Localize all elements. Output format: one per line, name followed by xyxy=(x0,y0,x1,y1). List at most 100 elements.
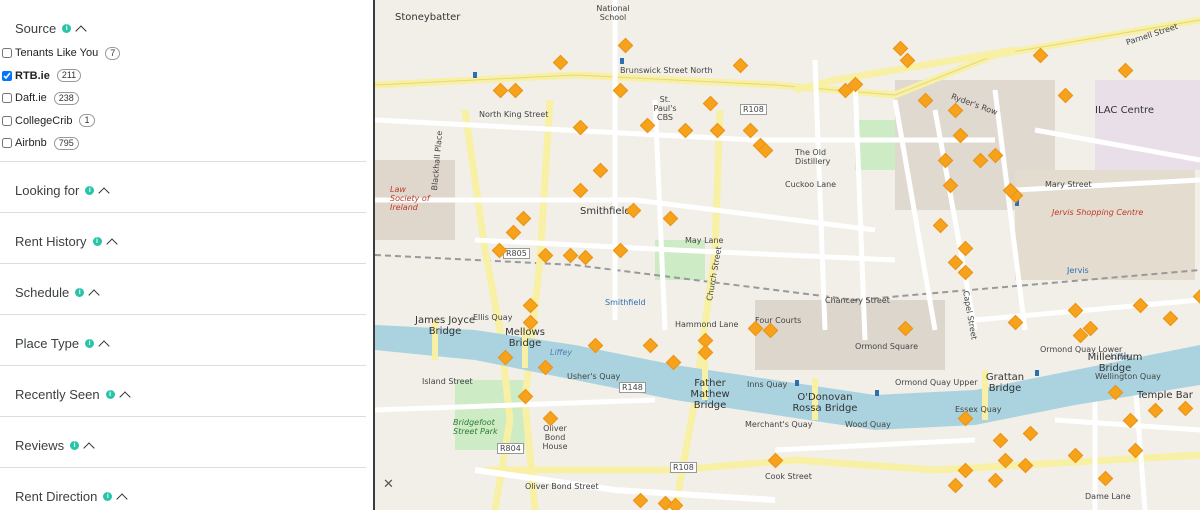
source-item-collegecrib[interactable]: CollegeCrib 1 xyxy=(0,110,373,133)
info-icon[interactable]: i xyxy=(85,339,95,348)
source-label: Daft.ie xyxy=(15,92,47,105)
map-label: Jervis Shopping Centre xyxy=(1052,208,1144,217)
source-header[interactable]: Source i xyxy=(15,21,373,37)
section-title: Rent History xyxy=(15,234,87,249)
rent-history-section[interactable]: Rent History i xyxy=(0,212,366,264)
source-checkbox[interactable] xyxy=(2,70,12,81)
source-item-daft[interactable]: Daft.ie 238 xyxy=(0,87,373,110)
map-label: Smithfield xyxy=(605,298,646,307)
map-label: North King Street xyxy=(479,110,549,119)
map-label: Hammond Lane xyxy=(675,320,739,329)
map-label: Stoneybatter xyxy=(395,12,461,23)
info-icon[interactable]: i xyxy=(92,237,102,246)
map-view[interactable]: Stoneybatter Smithfield ILAC Centre Jerv… xyxy=(375,0,1200,510)
map-label: R148 xyxy=(619,382,646,393)
source-item-tenants-like-you[interactable]: Tenants Like You 7 xyxy=(0,42,373,65)
filter-sidebar: Source i Tenants Like You 7 RTB.ie 211 D… xyxy=(0,0,373,510)
recently-seen-section[interactable]: Recently Seen i xyxy=(0,365,366,417)
map-label: Bridgefoot Street Park xyxy=(453,418,498,436)
count-badge: 7 xyxy=(105,46,121,60)
source-checkbox[interactable] xyxy=(2,48,12,59)
map-label: Cook Street xyxy=(765,472,812,481)
map-label: Dame Lane xyxy=(1085,492,1131,501)
map-label: Island Street xyxy=(422,377,473,386)
source-item-airbnb[interactable]: Airbnb 795 xyxy=(0,132,373,155)
map-label: Grattan Bridge xyxy=(985,372,1025,394)
section-title: Recently Seen xyxy=(15,387,100,402)
map-label: Oliver Bond House xyxy=(542,424,568,451)
source-label: CollegeCrib xyxy=(15,114,73,127)
map-label: O'Donovan Rossa Bridge xyxy=(792,392,858,414)
count-badge: 795 xyxy=(53,136,79,150)
source-item-rtb[interactable]: RTB.ie 211 xyxy=(0,65,373,88)
place-type-section[interactable]: Place Type i xyxy=(0,314,366,366)
map-label: R108 xyxy=(740,104,767,115)
section-header: Reviews i xyxy=(15,438,95,454)
map-label: Ellis Quay xyxy=(473,313,513,322)
map-label: ILAC Centre xyxy=(1095,105,1155,116)
map-label: Liffey xyxy=(550,348,573,357)
map-label: St. Paul's CBS xyxy=(653,95,677,122)
chevron-up-icon[interactable] xyxy=(118,390,131,403)
map-label: Brunswick Street North xyxy=(620,66,713,75)
info-icon[interactable]: i xyxy=(70,441,80,450)
map-label: Temple Bar xyxy=(1137,390,1193,401)
map-label: Smithfield xyxy=(580,206,631,217)
map-label: Jervis xyxy=(1067,266,1089,275)
map-label: May Lane xyxy=(685,236,724,245)
map-label: R804 xyxy=(497,443,524,454)
map-label: Mellows Bridge xyxy=(505,327,545,349)
chevron-up-icon[interactable] xyxy=(105,237,118,250)
chevron-up-icon[interactable] xyxy=(75,24,87,37)
info-icon[interactable]: i xyxy=(85,186,95,195)
map-label: Four Courts xyxy=(755,316,802,325)
section-header: Place Type i xyxy=(15,336,110,352)
map-attribution-icon[interactable]: ✕ xyxy=(383,476,394,492)
section-title: Reviews xyxy=(15,438,65,453)
rent-direction-section[interactable]: Rent Direction i xyxy=(0,467,366,510)
source-title: Source xyxy=(15,21,57,36)
section-title: Looking for xyxy=(15,183,80,198)
info-icon[interactable]: i xyxy=(75,288,85,297)
map-label: Ormond Quay Upper xyxy=(895,378,978,387)
schedule-section[interactable]: Schedule i xyxy=(0,263,366,315)
map-label: Chancery Street xyxy=(825,296,890,305)
chevron-up-icon[interactable] xyxy=(98,186,110,199)
source-checkbox[interactable] xyxy=(2,138,12,149)
section-header: Rent History i xyxy=(15,234,118,250)
source-label: RTB.ie xyxy=(15,69,50,82)
section-header: Looking for i xyxy=(15,183,110,199)
info-icon[interactable]: i xyxy=(105,390,115,399)
info-icon[interactable]: i xyxy=(103,492,113,501)
count-badge: 238 xyxy=(53,91,79,105)
map-label: James Joyce Bridge xyxy=(415,315,475,337)
looking-for-section[interactable]: Looking for i xyxy=(0,161,366,213)
map-label: Millennium Bridge xyxy=(1087,352,1143,374)
info-icon[interactable]: i xyxy=(62,24,72,33)
count-badge: 211 xyxy=(56,69,82,83)
map-label: Mary Street xyxy=(1045,180,1092,189)
chevron-up-icon[interactable] xyxy=(83,441,95,454)
map-label: Wood Quay xyxy=(845,420,891,429)
section-header: Schedule i xyxy=(15,285,100,301)
source-section: Source i Tenants Like You 7 RTB.ie 211 D… xyxy=(0,0,373,161)
reviews-section[interactable]: Reviews i xyxy=(0,416,366,468)
map-label: Ormond Square xyxy=(855,342,918,351)
map-label: National School xyxy=(596,4,630,22)
chevron-up-icon[interactable] xyxy=(88,288,100,301)
source-label: Tenants Like You xyxy=(15,47,99,60)
map-label: The Old Distillery xyxy=(795,148,831,166)
map-label: Law Society of Ireland xyxy=(390,185,430,212)
source-list: Tenants Like You 7 RTB.ie 211 Daft.ie 23… xyxy=(0,42,373,155)
source-checkbox[interactable] xyxy=(2,115,12,126)
map-label: Merchant's Quay xyxy=(745,420,813,429)
source-checkbox[interactable] xyxy=(2,93,12,104)
map-label: Inns Quay xyxy=(747,380,788,389)
map-label: R108 xyxy=(670,462,697,473)
section-header: Recently Seen i xyxy=(15,387,131,403)
section-title: Place Type xyxy=(15,336,80,351)
chevron-up-icon[interactable] xyxy=(98,339,110,352)
count-badge: 1 xyxy=(79,114,95,128)
section-title: Schedule xyxy=(15,285,70,300)
chevron-up-icon[interactable] xyxy=(116,492,129,505)
